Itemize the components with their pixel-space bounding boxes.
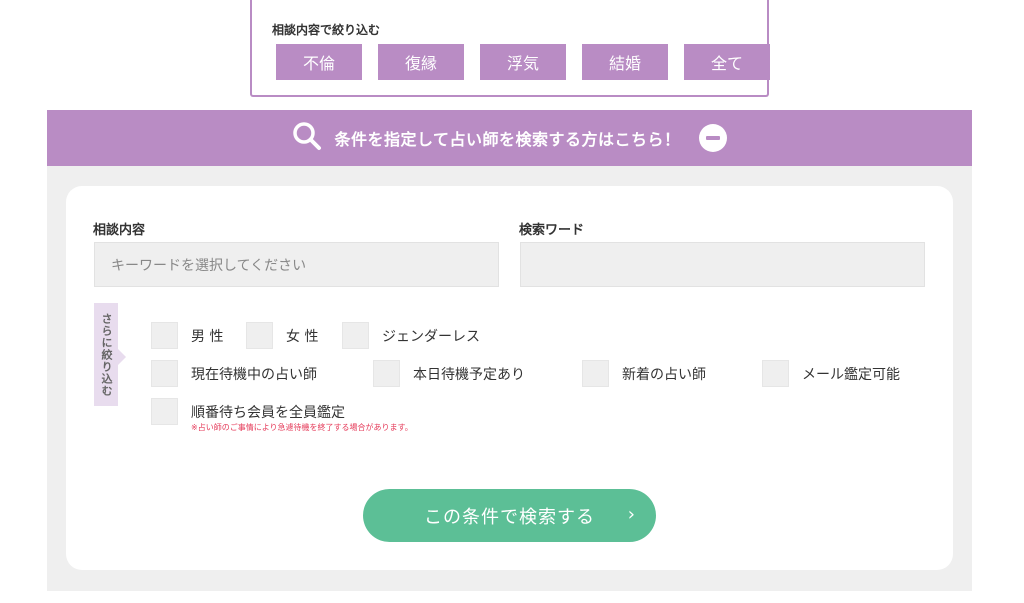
checkbox-genderless-label: ジェンダーレス	[382, 328, 480, 345]
chevron-right-icon: ›	[627, 504, 636, 525]
checkbox-male-label: 男 性	[191, 328, 224, 345]
checkbox-waiting-now[interactable]	[151, 360, 178, 387]
tag-furin[interactable]: 不倫	[276, 44, 362, 80]
checkbox-waiting-today[interactable]	[373, 360, 400, 387]
search-form-card: 相談内容 キーワードを選択してください 検索ワード さらに絞り込む 男 性 女 …	[66, 186, 953, 570]
band-title: 条件を指定して占い師を検索する方はこちら！	[334, 130, 681, 149]
search-toggle-band[interactable]: 条件を指定して占い師を検索する方はこちら！	[47, 110, 972, 166]
checkbox-waiting-now-row[interactable]: 現在待機中の占い師	[151, 360, 317, 387]
tag-kekkon[interactable]: 結婚	[582, 44, 668, 80]
filter-tags: 不倫 復縁 浮気 結婚 全て	[276, 44, 770, 80]
consult-field-label: 相談内容	[93, 223, 146, 238]
checkbox-female-label: 女 性	[286, 328, 319, 345]
checkbox-mail-label: メール鑑定可能	[802, 366, 900, 383]
checkbox-mail-row[interactable]: メール鑑定可能	[762, 360, 900, 387]
consult-select[interactable]: キーワードを選択してください	[94, 242, 499, 287]
collapse-minus-icon[interactable]	[698, 124, 727, 152]
keyword-input[interactable]	[520, 242, 925, 287]
tag-all[interactable]: 全て	[684, 44, 770, 80]
filter-title: 相談内容で絞り込む	[272, 23, 381, 37]
checkbox-waiting-now-label: 現在待機中の占い師	[191, 366, 317, 383]
checkbox-female-row[interactable]: 女 性	[246, 322, 318, 349]
checkbox-mail[interactable]	[762, 360, 789, 387]
checkbox-female[interactable]	[246, 322, 273, 349]
checkbox-order-all-label: 順番待ち会員を全員鑑定	[191, 404, 345, 421]
checkbox-male[interactable]	[151, 322, 178, 349]
tag-uwaki[interactable]: 浮気	[480, 44, 566, 80]
checkbox-waiting-today-label: 本日待機予定あり	[413, 366, 525, 383]
checkbox-genderless[interactable]	[342, 322, 369, 349]
checkbox-male-row[interactable]: 男 性	[151, 322, 223, 349]
search-button-label: この条件で検索する	[424, 506, 595, 528]
checkbox-order-all[interactable]	[151, 398, 178, 425]
search-submit-button[interactable]: この条件で検索する ›	[363, 489, 656, 542]
keyword-field-label: 検索ワード	[519, 223, 585, 238]
checkbox-genderless-row[interactable]: ジェンダーレス	[342, 322, 480, 349]
checkbox-new-label: 新着の占い師	[622, 366, 706, 383]
tag-fukuen[interactable]: 復縁	[378, 44, 464, 80]
checkbox-new[interactable]	[582, 360, 609, 387]
checkbox-new-row[interactable]: 新着の占い師	[582, 360, 706, 387]
search-icon	[292, 121, 322, 155]
checkbox-order-all-row[interactable]: 順番待ち会員を全員鑑定	[151, 398, 345, 425]
search-panel: 相談内容 キーワードを選択してください 検索ワード さらに絞り込む 男 性 女 …	[47, 166, 972, 591]
order-note: ※占い師のご事情により急遽待機を終了する場合があります。	[191, 423, 413, 432]
consult-filter-box: 相談内容で絞り込む 不倫 復縁 浮気 結婚 全て	[250, 0, 770, 97]
checkbox-waiting-today-row[interactable]: 本日待機予定あり	[373, 360, 525, 387]
refine-side-label: さらに絞り込む	[94, 303, 126, 406]
